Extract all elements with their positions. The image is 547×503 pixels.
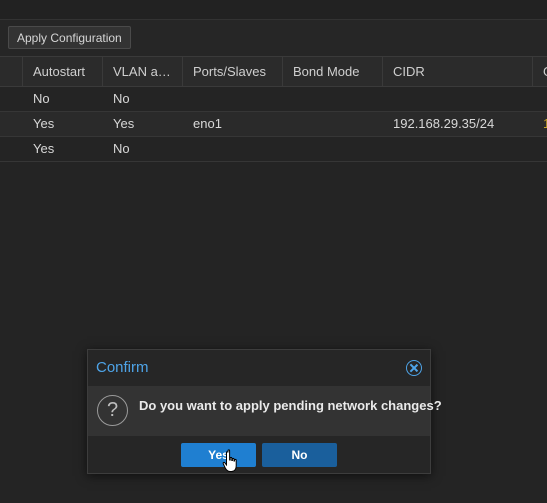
confirm-dialog: Confirm ? Do you want to apply pending n… bbox=[87, 349, 442, 474]
dialog-footer: Yes No bbox=[88, 436, 430, 473]
dialog-header: Confirm bbox=[88, 350, 430, 386]
cell-ports-slaves bbox=[183, 137, 283, 161]
yes-button[interactable]: Yes bbox=[181, 443, 256, 467]
cell-autostart: No bbox=[33, 91, 50, 106]
apply-configuration-button[interactable]: Apply Configuration bbox=[8, 26, 131, 49]
cell-vlan-aware: No bbox=[113, 141, 130, 156]
table-row[interactable]: Yes Yes eno1 192.168.29.35/24 1 bbox=[0, 112, 547, 137]
cell-cidr bbox=[383, 87, 533, 111]
cell-cidr: 192.168.29.35/24 bbox=[393, 116, 495, 131]
grid-header: Autostart VLAN a… Ports/Slaves Bond Mode… bbox=[0, 56, 547, 87]
hand-cursor-icon bbox=[222, 449, 237, 472]
cell-cidr bbox=[383, 137, 533, 161]
cell-gateway bbox=[533, 137, 547, 161]
no-button[interactable]: No bbox=[262, 443, 337, 467]
table-row[interactable]: Yes No bbox=[0, 137, 547, 162]
header-cidr[interactable]: CIDR bbox=[383, 57, 533, 86]
header-gateway[interactable]: G bbox=[533, 57, 547, 86]
close-icon[interactable] bbox=[406, 360, 422, 376]
cell-bond-mode bbox=[283, 137, 383, 161]
cell-vlan-aware: No bbox=[113, 91, 130, 106]
top-strip bbox=[0, 0, 547, 20]
cell-bond-mode bbox=[283, 112, 383, 136]
cell-select bbox=[0, 137, 23, 161]
dialog-body: ? Do you want to apply pending network c… bbox=[88, 386, 442, 436]
header-autostart[interactable]: Autostart bbox=[23, 57, 103, 86]
header-vlan-aware[interactable]: VLAN a… bbox=[103, 57, 183, 86]
page: Apply Configuration Autostart VLAN a… Po… bbox=[0, 0, 547, 503]
toolbar: Apply Configuration bbox=[0, 20, 547, 56]
cell-gateway bbox=[533, 87, 547, 111]
dialog-message: Do you want to apply pending network cha… bbox=[139, 398, 442, 413]
header-bond-mode[interactable]: Bond Mode bbox=[283, 57, 383, 86]
question-icon: ? bbox=[97, 395, 128, 426]
cell-autostart: Yes bbox=[33, 141, 55, 156]
cell-bond-mode bbox=[283, 87, 383, 111]
cell-vlan-aware: Yes bbox=[113, 116, 135, 131]
cell-ports-slaves: eno1 bbox=[193, 116, 222, 131]
header-select[interactable] bbox=[0, 57, 23, 86]
header-ports-slaves[interactable]: Ports/Slaves bbox=[183, 57, 283, 86]
dialog-title: Confirm bbox=[96, 359, 149, 376]
table-row[interactable]: No No bbox=[0, 87, 547, 112]
cell-select bbox=[0, 87, 23, 111]
cell-gateway: 1 bbox=[543, 116, 547, 131]
cell-ports-slaves bbox=[183, 87, 283, 111]
cell-select bbox=[0, 112, 23, 136]
cell-autostart: Yes bbox=[33, 116, 55, 131]
network-grid: Autostart VLAN a… Ports/Slaves Bond Mode… bbox=[0, 56, 547, 162]
